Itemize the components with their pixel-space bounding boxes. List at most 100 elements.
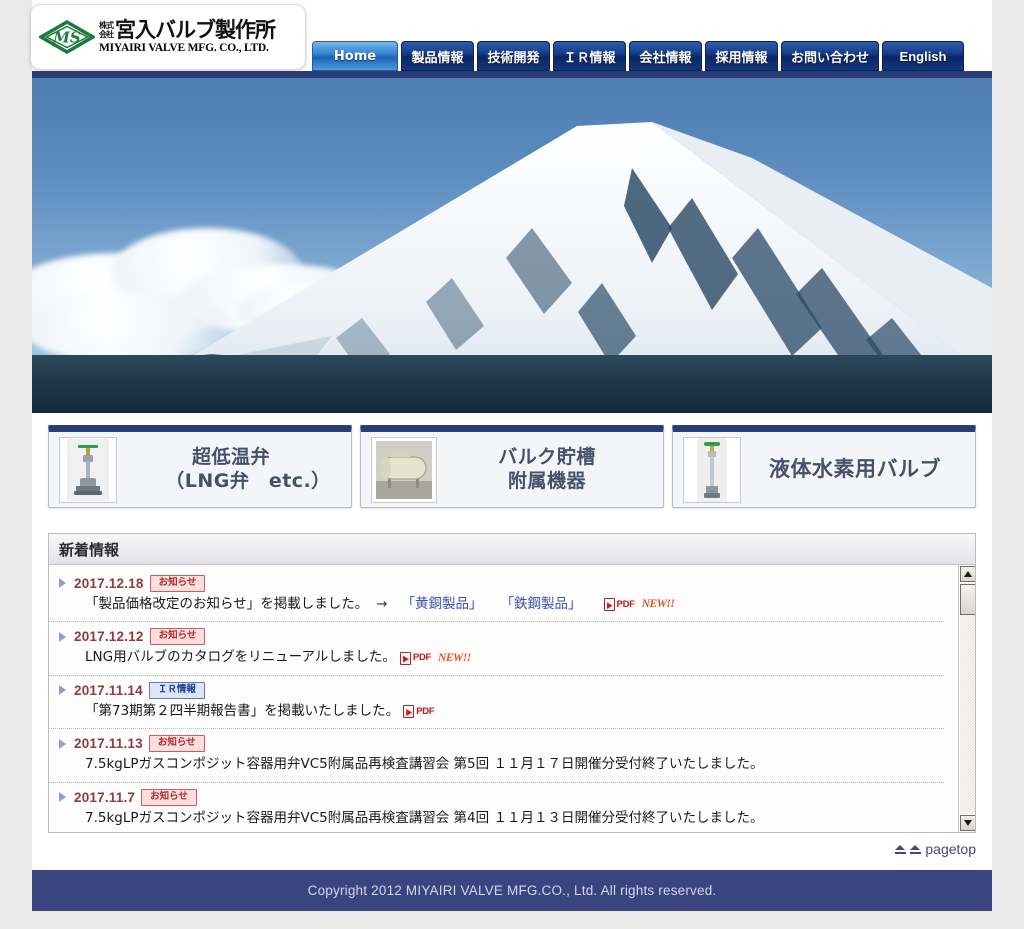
- news-item-meta: 2017.12.18 お知らせ: [59, 575, 934, 592]
- news-scrollbar-thumb[interactable]: [960, 584, 975, 615]
- news-item-text: 「第73期第２四半期報告書」を掲載いたしました。: [85, 702, 400, 719]
- pagetop-arrow-icon: [895, 844, 907, 855]
- scroll-up-arrow-icon: [964, 571, 972, 577]
- news-item-text: LNG用バルブのカタログをリニューアルしました。: [85, 649, 396, 666]
- site-footer: Copyright 2012 MIYAIRI VALVE MFG.CO., Lt…: [32, 870, 992, 911]
- bullet-arrow-icon: [59, 631, 66, 642]
- news-item-link-steel[interactable]: 「鉄鋼製品」: [483, 595, 582, 615]
- bullet-arrow-icon: [59, 792, 66, 803]
- nav-item-english[interactable]: English: [882, 41, 965, 71]
- news-item-meta: 2017.11.13 お知らせ: [59, 735, 934, 753]
- news-item-date: 2017.12.12: [74, 629, 144, 645]
- banner-liquid-hydrogen-valve[interactable]: 液体水素用バルブ: [672, 425, 976, 508]
- scroll-down-arrow-icon: [964, 820, 972, 826]
- product-banner-row: 超低温弁 （LNG弁 etc.） バルク貯槽 附属機器 液体水素用バルブ: [32, 425, 992, 508]
- news-panel: 新着情報 2017.12.18 お知らせ 「製品価格改定のお知らせ」を掲載しまし…: [48, 533, 976, 833]
- news-panel-title: 新着情報: [59, 540, 120, 559]
- news-item-content: 「第73期第２四半期報告書」を掲載いたしました。 PDF: [59, 702, 934, 722]
- news-item-content: 7.5kgLPガスコンポジット容器用弁VC5附属品再検査講習会 第5回 １１月１…: [59, 755, 934, 775]
- liquid-hydrogen-valve-thumb-icon: [683, 436, 741, 503]
- pdf-icon: [603, 598, 615, 612]
- banner-bulk-storage-tank[interactable]: バルク貯槽 附属機器: [360, 425, 664, 508]
- pagetop-link[interactable]: pagetop: [895, 841, 976, 857]
- news-item-arrow: →: [376, 595, 388, 612]
- nav-item-contact[interactable]: お問い合わせ: [781, 41, 880, 71]
- news-item[interactable]: 2017.11.13 お知らせ 7.5kgLPガスコンポジット容器用弁VC5附属…: [49, 729, 944, 783]
- banner-label-bulk: バルク貯槽 附属機器: [437, 446, 657, 494]
- news-item-content: 「製品価格改定のお知らせ」を掲載しました。 → 「黄銅製品」 「鉄鋼製品」 PD…: [59, 595, 934, 615]
- news-item-meta: 2017.11.7 お知らせ: [59, 788, 934, 806]
- banner-label-cryogenic: 超低温弁 （LNG弁 etc.）: [117, 446, 345, 494]
- news-item[interactable]: 2017.11.14 ＩＲ情報 「第73期第２四半期報告書」を掲載いたしました。…: [49, 676, 944, 730]
- news-item-text: 7.5kgLPガスコンポジット容器用弁VC5附属品再検査講習会 第5回 １１月１…: [85, 756, 764, 773]
- banner-line2: （LNG弁 etc.）: [165, 469, 331, 492]
- copyright-text: Copyright 2012 MIYAIRI VALVE MFG.CO., Lt…: [307, 883, 717, 898]
- banner-line1: 液体水素用バルブ: [769, 457, 941, 482]
- page-root: MS 株式 会社 宮入バルブ製作所 MIYAIRI VALVE MFG. CO.…: [0, 0, 1024, 929]
- news-scroll-down-button[interactable]: [960, 815, 975, 831]
- pagetop-arrow-icon: [910, 844, 922, 855]
- banner-line1: 超低温弁: [191, 445, 270, 468]
- pdf-label: PDF: [616, 598, 635, 610]
- news-item-badge: お知らせ: [149, 628, 206, 646]
- news-panel-body: 2017.12.18 お知らせ 「製品価格改定のお知らせ」を掲載しました。 → …: [49, 565, 975, 832]
- news-item[interactable]: 2017.12.12 お知らせ LNG用バルブのカタログをリニューアルしました。…: [49, 622, 944, 676]
- nav-item-company[interactable]: 会社情報: [629, 41, 702, 71]
- banner-label-hydrogen: 液体水素用バルブ: [741, 456, 969, 482]
- pdf-link[interactable]: PDF: [586, 598, 635, 612]
- news-item-date: 2017.11.13: [74, 736, 143, 752]
- site-header: MS 株式 会社 宮入バルブ製作所 MIYAIRI VALVE MFG. CO.…: [30, 0, 992, 78]
- logo-company-jp: 宮入バルブ製作所: [115, 17, 276, 42]
- bullet-arrow-icon: [59, 578, 66, 589]
- nav-item-recruit[interactable]: 採用情報: [705, 41, 778, 71]
- pdf-label: PDF: [416, 705, 435, 717]
- news-item-text: 7.5kgLPガスコンポジット容器用弁VC5附属品再検査講習会 第4回 １１月１…: [85, 809, 764, 826]
- nav-underbar: [32, 71, 992, 78]
- news-item-date: 2017.12.18: [74, 575, 144, 591]
- new-badge: NEW!!: [438, 651, 471, 664]
- news-item-meta: 2017.12.12 お知らせ: [59, 628, 934, 646]
- banner-line1: バルク貯槽: [498, 445, 596, 468]
- bullet-arrow-icon: [59, 685, 66, 696]
- main-navigation: Home 製品情報 技術開発 ＩＲ情報 会社情報 採用情報 お問い合わせ Eng…: [312, 41, 965, 71]
- news-scrollbar[interactable]: [958, 565, 975, 832]
- news-scrollbar-track[interactable]: [960, 583, 975, 814]
- pagetop-label: pagetop: [925, 841, 976, 857]
- pdf-icon: [399, 651, 411, 665]
- news-item-badge: お知らせ: [148, 735, 205, 753]
- site-logo[interactable]: MS 株式 会社 宮入バルブ製作所 MIYAIRI VALVE MFG. CO.…: [30, 4, 306, 70]
- news-item-meta: 2017.11.14 ＩＲ情報: [59, 681, 934, 699]
- banner-cryogenic-valve[interactable]: 超低温弁 （LNG弁 etc.）: [48, 425, 352, 508]
- nav-item-technology[interactable]: 技術開発: [477, 41, 550, 71]
- logo-kabushiki-prefix: 株式 会社: [99, 20, 114, 39]
- nav-item-ir[interactable]: ＩＲ情報: [553, 41, 626, 71]
- news-item-content: 7.5kgLPガスコンポジット容器用弁VC5附属品再検査講習会 第4回 １１月１…: [59, 809, 934, 829]
- bulk-storage-tank-thumb-icon: [371, 436, 437, 503]
- news-item-badge: ＩＲ情報: [148, 681, 205, 699]
- banner-line2: 附属機器: [507, 469, 586, 492]
- nav-item-home[interactable]: Home: [312, 41, 398, 71]
- news-item[interactable]: 2017.12.18 お知らせ 「製品価格改定のお知らせ」を掲載しました。 → …: [49, 569, 944, 623]
- news-panel-header: 新着情報: [49, 534, 975, 565]
- ms-diamond-logo-icon: MS: [39, 20, 95, 54]
- pdf-label: PDF: [412, 652, 432, 664]
- news-item-badge: お知らせ: [149, 575, 206, 592]
- pdf-link[interactable]: PDF: [403, 705, 435, 719]
- logo-company-en: MIYAIRI VALVE MFG. CO., LTD.: [99, 41, 269, 54]
- logo-wordmark: 株式 会社 宮入バルブ製作所 MIYAIRI VALVE MFG. CO., L…: [99, 17, 276, 55]
- news-item-date: 2017.11.14: [74, 682, 143, 698]
- logo-jp-name: 株式 会社 宮入バルブ製作所: [99, 17, 276, 42]
- pdf-link[interactable]: PDF: [399, 651, 432, 665]
- news-item-link-brass[interactable]: 「黄銅製品」: [394, 595, 483, 615]
- bullet-arrow-icon: [59, 738, 66, 749]
- news-item-date: 2017.11.7: [74, 789, 136, 805]
- news-scroll-up-button[interactable]: [960, 566, 975, 582]
- content-shell: MS 株式 会社 宮入バルブ製作所 MIYAIRI VALVE MFG. CO.…: [30, 0, 992, 910]
- hero-forest-base: [32, 355, 992, 413]
- nav-item-products[interactable]: 製品情報: [401, 41, 474, 71]
- news-item[interactable]: 2017.11.7 お知らせ 7.5kgLPガスコンポジット容器用弁VC5附属品…: [49, 783, 944, 832]
- svg-text:MS: MS: [52, 29, 81, 47]
- hero-banner: [32, 78, 992, 413]
- footer-bottom-strip: [32, 911, 992, 929]
- new-badge: NEW!!: [641, 598, 675, 611]
